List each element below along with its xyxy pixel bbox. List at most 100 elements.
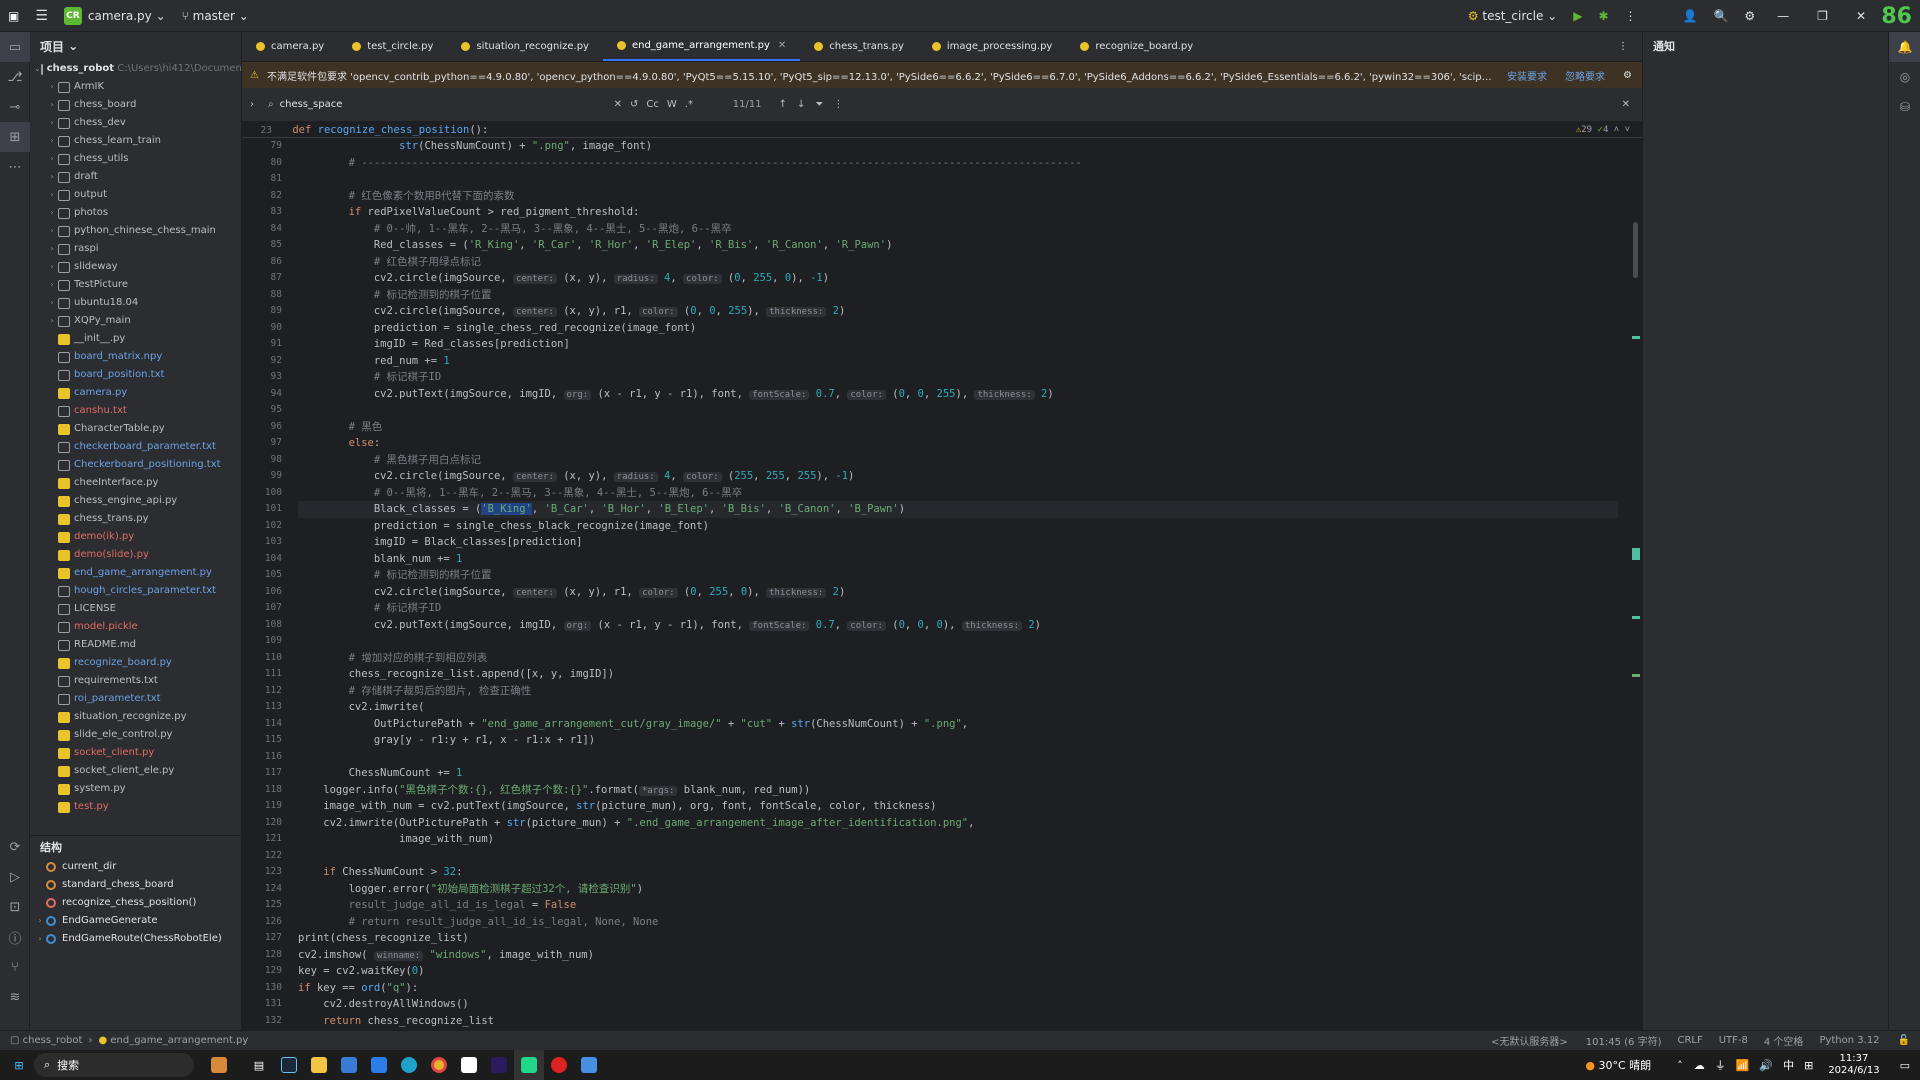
expand-arrow-icon[interactable]: › — [46, 78, 58, 96]
install-requirements-link[interactable]: 安装要求 — [1497, 68, 1557, 83]
tree-file[interactable]: cheeInterface.py — [30, 474, 241, 492]
tree-folder[interactable]: › photos — [30, 204, 241, 222]
tree-file[interactable]: requirements.txt — [30, 672, 241, 690]
expand-arrow-icon[interactable]: › — [46, 312, 58, 330]
tree-file[interactable]: Checkerboard_positioning.txt — [30, 456, 241, 474]
tree-folder[interactable]: › TestPicture — [30, 276, 241, 294]
tree-file[interactable]: chess_engine_api.py — [30, 492, 241, 510]
tree-file[interactable]: LICENSE — [30, 600, 241, 618]
tree-file[interactable]: situation_recognize.py — [30, 708, 241, 726]
expand-arrow-icon[interactable]: › — [46, 222, 58, 240]
regex-toggle[interactable]: .* — [681, 99, 721, 110]
tree-file[interactable]: README.md — [30, 636, 241, 654]
more-tools-icon[interactable]: ⋯ — [0, 152, 30, 182]
find-clear-icon[interactable]: ✕ — [610, 99, 626, 110]
commit-tool-icon[interactable]: ⎇ — [0, 62, 30, 92]
status-path-root[interactable]: ▢ chess_robot — [0, 1035, 82, 1046]
editor-tab[interactable]: chess_trans.py — [800, 31, 918, 61]
find-history-icon[interactable]: ↺ — [626, 99, 642, 110]
project-tool-icon[interactable]: ▭ — [0, 32, 30, 62]
tree-file[interactable]: system.py — [30, 780, 241, 798]
tree-file[interactable]: hough_circles_parameter.txt — [30, 582, 241, 600]
run-icon[interactable]: ▶ — [1565, 0, 1590, 32]
settings-icon[interactable]: ⚙ — [1736, 0, 1763, 32]
tree-file[interactable]: board_matrix.npy — [30, 348, 241, 366]
tree-folder[interactable]: › ubuntu18.04 — [30, 294, 241, 312]
editor-tab[interactable]: end_game_arrangement.py ✕ — [602, 31, 801, 61]
prev-match-icon[interactable]: ↑ — [774, 99, 792, 110]
project-selector[interactable]: CR camera.py ⌄ — [56, 0, 174, 32]
expand-arrow-icon[interactable]: › — [46, 96, 58, 114]
file-explorer-icon[interactable] — [304, 1050, 334, 1080]
pycharm-icon[interactable] — [514, 1050, 544, 1080]
windows-start-icon[interactable]: ⊞ — [4, 1050, 34, 1080]
status-lock-icon[interactable]: 🔓 — [1888, 1035, 1920, 1046]
find-input[interactable]: chess_space — [280, 99, 610, 110]
structure-tool-icon[interactable]: ⊞ — [0, 122, 30, 152]
editor-tab[interactable]: situation_recognize.py — [447, 31, 603, 61]
tree-folder[interactable]: › chess_board — [30, 96, 241, 114]
expand-arrow-icon[interactable]: › — [34, 912, 46, 930]
tree-file[interactable]: recognize_board.py — [30, 654, 241, 672]
inspection-widget[interactable]: ⚠29 ✓4 ˄ ˅ — [1576, 122, 1630, 138]
tree-file[interactable]: demo(ik).py — [30, 528, 241, 546]
editor-tab[interactable]: test_circle.py — [338, 31, 447, 61]
app-icon-red[interactable] — [454, 1050, 484, 1080]
close-tab-icon[interactable]: ✕ — [778, 40, 786, 51]
tree-folder[interactable]: › chess_dev — [30, 114, 241, 132]
tree-file[interactable]: end_game_arrangement.py — [30, 564, 241, 582]
edge-icon[interactable] — [394, 1050, 424, 1080]
tree-file[interactable]: canshu.txt — [30, 402, 241, 420]
tree-folder[interactable]: › XQPy_main — [30, 312, 241, 330]
tree-file[interactable]: socket_client.py — [30, 744, 241, 762]
status-caret-position[interactable]: 101:45 (6 字符) — [1578, 1033, 1670, 1048]
tree-file[interactable]: roi_parameter.txt — [30, 690, 241, 708]
mail-icon[interactable] — [364, 1050, 394, 1080]
expand-arrow-icon[interactable]: › — [46, 240, 58, 258]
expand-arrow-icon[interactable]: › — [46, 186, 58, 204]
close-find-icon[interactable]: ✕ — [1610, 99, 1642, 110]
branch-selector[interactable]: ⑂ master ⌄ — [174, 0, 257, 32]
obs-icon[interactable] — [544, 1050, 574, 1080]
python-packages-icon[interactable]: ⟳ — [0, 832, 30, 862]
tree-file[interactable]: model.pickle — [30, 618, 241, 636]
tree-file[interactable]: socket_client_ele.py — [30, 762, 241, 780]
usb-icon[interactable]: ⏚ — [1710, 1057, 1731, 1073]
restore-icon[interactable]: ❐ — [1803, 0, 1842, 32]
volume-icon[interactable]: 🔊 — [1754, 1059, 1778, 1072]
store-icon[interactable] — [334, 1050, 364, 1080]
code-area[interactable]: str(ChessNumCount) + ".png", image_font)… — [298, 138, 1618, 1052]
editor-tab[interactable]: image_processing.py — [918, 31, 1066, 61]
expand-arrow-icon[interactable]: › — [46, 150, 58, 168]
match-case-toggle[interactable]: Cc — [642, 99, 662, 110]
tree-folder[interactable]: › draft — [30, 168, 241, 186]
project-panel-header[interactable]: 项目 ⌄ — [30, 32, 241, 60]
expand-replace-icon[interactable]: › — [242, 99, 262, 110]
expand-arrow-icon[interactable]: › — [46, 294, 58, 312]
ime-mode-icon[interactable]: ⊞ — [1799, 1059, 1818, 1072]
widget-icon[interactable] — [194, 1050, 244, 1080]
tree-file[interactable]: test.py — [30, 798, 241, 816]
status-encoding[interactable]: UTF-8 — [1711, 1035, 1756, 1046]
debug-icon[interactable]: ✱ — [1590, 0, 1616, 32]
add-user-icon[interactable]: 👤 — [1675, 0, 1706, 32]
taskbar-search[interactable]: ⌕ 搜索 — [34, 1053, 194, 1077]
tree-file[interactable]: CharacterTable.py — [30, 420, 241, 438]
run-config-selector[interactable]: ⚙ test_circle ⌄ — [1460, 0, 1565, 32]
expand-arrow-icon[interactable]: › — [46, 276, 58, 294]
ignore-requirements-link[interactable]: 忽略要求 — [1557, 68, 1613, 83]
app-icon-blue[interactable] — [574, 1050, 604, 1080]
find-more-icon[interactable]: ⋮ — [828, 99, 848, 110]
tree-folder[interactable]: › output — [30, 186, 241, 204]
ime-indicator[interactable]: 中 — [1778, 1057, 1799, 1073]
expand-arrow-icon[interactable]: › — [46, 132, 58, 150]
expand-arrow-icon[interactable]: › — [46, 204, 58, 222]
next-match-icon[interactable]: ↓ — [792, 99, 810, 110]
git-tool-icon[interactable]: ⊸ — [0, 92, 30, 122]
expand-arrow-icon[interactable]: › — [34, 930, 46, 948]
expand-arrow-icon[interactable]: › — [46, 168, 58, 186]
structure-item[interactable]: standard_chess_board — [30, 876, 242, 894]
search-icon[interactable]: 🔍 — [1705, 0, 1736, 32]
structure-item[interactable]: › EndGameGenerate — [30, 912, 242, 930]
network-icon[interactable]: 📶 — [1731, 1059, 1755, 1072]
